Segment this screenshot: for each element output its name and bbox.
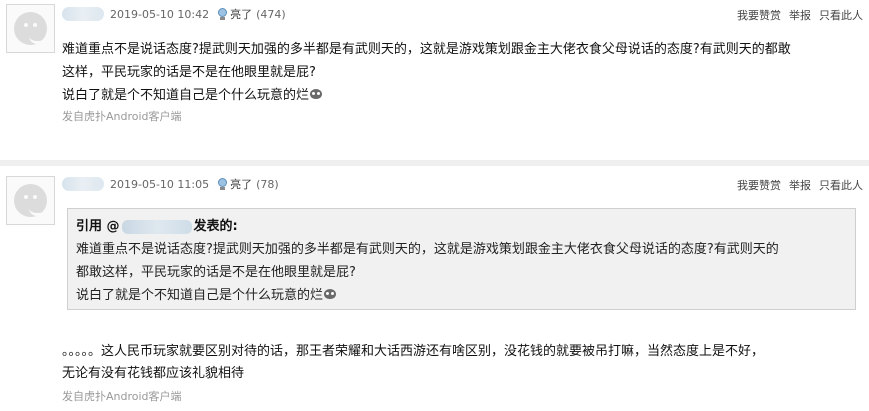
light-count: (474) [256,7,286,21]
post-content: 。。。。。这人民币玩家就要区别对待的话，那王者荣耀和大话西游还有啥区别，没花钱的… [62,341,859,385]
username-redacted[interactable] [62,7,104,21]
quoted-username-redacted[interactable] [121,219,192,234]
light-button[interactable]: 亮了 [230,176,252,192]
quote-line: 难道重点不是说话态度?提武则天加强的多半都是有武则天的，这就是游戏策划跟金主大佬… [76,242,779,257]
post-timestamp: 2019-05-10 10:42 [110,7,210,21]
quote-prefix: 引用 @ [76,219,120,234]
quote-body: 难道重点不是说话态度?提武则天加强的多半都是有武则天的，这就是游戏策划跟金主大佬… [76,238,847,307]
emoji-icon [324,289,337,300]
only-this-user-button[interactable]: 只看此人 [819,7,863,23]
reply-post: 2019-05-10 11:05 亮了 (78) 我要赞赏 举报 只看此人 引用… [0,166,869,411]
tip-button[interactable]: 我要赞赏 [737,177,781,193]
post-timestamp: 2019-05-10 11:05 [110,177,210,191]
post-actions: 我要赞赏 举报 只看此人 [737,7,863,23]
reply-post: 2019-05-10 10:42 亮了 (474) 我要赞赏 举报 只看此人 难… [0,0,869,160]
quote-line: 都敢这样，平民玩家的话是不是在他眼里就是屁? [76,265,356,280]
quote-block: 引用 @ 发表的: 难道重点不是说话态度?提武则天加强的多半都是有武则天的，这就… [67,208,856,310]
post-source: 发自虎扑Android客户端 [62,110,182,123]
post-meta: 2019-05-10 11:05 亮了 (78) [62,174,279,194]
light-count: (78) [256,177,279,191]
default-avatar-icon [14,184,47,217]
content-line: 说白了就是个不知道自己是个什么玩意的烂 [62,84,859,107]
content-line: 难道重点不是说话态度?提武则天加强的多半都是有武则天的，这就是游戏策划跟金主大佬… [62,42,791,57]
quote-suffix: 发表的: [193,219,238,234]
username-redacted[interactable] [62,177,104,191]
content-line: 。。。。。这人民币玩家就要区别对待的话，那王者荣耀和大话西游还有啥区别，没花钱的… [62,344,765,359]
only-this-user-button[interactable]: 只看此人 [819,177,863,193]
default-avatar-icon [14,12,47,45]
tip-button[interactable]: 我要赞赏 [737,7,781,23]
report-button[interactable]: 举报 [789,7,811,23]
avatar[interactable] [6,4,55,53]
quote-line: 说白了就是个不知道自己是个什么玩意的烂 [76,284,847,307]
quote-header: 引用 @ 发表的: [76,215,847,238]
avatar[interactable] [6,176,55,225]
post-meta: 2019-05-10 10:42 亮了 (474) [62,4,286,24]
content-line: 这样，平民玩家的话是不是在他眼里就是屁? [62,65,316,80]
emoji-icon [310,89,323,100]
post-source: 发自虎扑Android客户端 [62,390,182,403]
post-actions: 我要赞赏 举报 只看此人 [737,177,863,193]
light-bulb-icon[interactable] [217,177,228,191]
content-line: 无论有没有花钱都应该礼貌相待 [62,366,245,381]
light-bulb-icon[interactable] [217,7,228,21]
post-content: 难道重点不是说话态度?提武则天加强的多半都是有武则天的，这就是游戏策划跟金主大佬… [62,38,859,107]
report-button[interactable]: 举报 [789,177,811,193]
light-button[interactable]: 亮了 [230,6,252,22]
